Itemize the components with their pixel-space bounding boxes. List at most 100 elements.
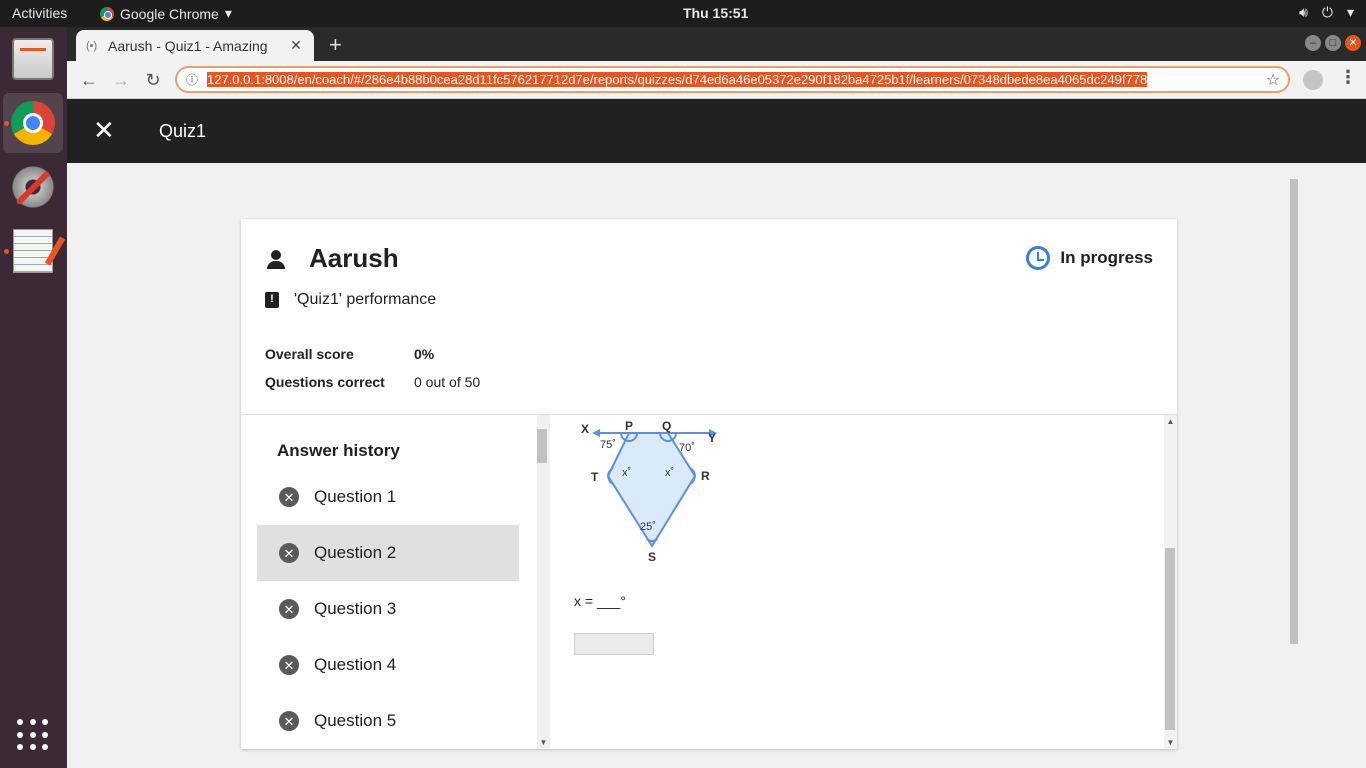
settings-icon bbox=[11, 165, 55, 209]
learner-report-card: Aarush In progress 'Quiz1' performance O… bbox=[241, 219, 1177, 749]
learner-header: Aarush bbox=[265, 243, 399, 274]
angle-25-label: 25˚ bbox=[640, 521, 656, 533]
question-scrollbar-thumb[interactable] bbox=[1165, 548, 1175, 730]
label-t: T bbox=[591, 470, 599, 484]
running-indicator bbox=[4, 249, 9, 254]
person-icon bbox=[265, 248, 287, 270]
profile-avatar[interactable] bbox=[1303, 70, 1323, 90]
label-q: Q bbox=[662, 419, 671, 433]
bookmark-star-icon[interactable]: ☆ bbox=[1258, 70, 1288, 90]
score-summary: Overall score 0% Questions correct 0 out… bbox=[265, 340, 480, 396]
overall-score-value: 0% bbox=[414, 346, 435, 362]
question-item[interactable]: ✕ Question 3 bbox=[257, 581, 519, 637]
incorrect-icon: ✕ bbox=[279, 655, 299, 675]
questions-correct-label: Questions correct bbox=[265, 374, 385, 390]
chevron-down-icon: ▾ bbox=[1346, 4, 1354, 20]
app-menu[interactable]: Google Chrome ▾ bbox=[100, 5, 232, 22]
tab-title: Aarush - Quiz1 - Amazing bbox=[108, 37, 268, 54]
scroll-down-icon[interactable]: ▼ bbox=[537, 738, 550, 747]
back-button[interactable]: ← bbox=[76, 67, 102, 93]
answer-history: Answer history ✕ Question 1 ✕ Question 2… bbox=[257, 415, 519, 749]
question-item-selected[interactable]: ✕ Question 2 bbox=[257, 525, 519, 581]
incorrect-icon: ✕ bbox=[279, 599, 299, 619]
answer-history-title: Answer history bbox=[277, 441, 400, 460]
settings-launcher[interactable] bbox=[3, 157, 63, 217]
text-editor-launcher[interactable] bbox=[3, 221, 63, 281]
angle-75-label: 75˚ bbox=[600, 439, 616, 451]
minimize-button[interactable]: – bbox=[1305, 35, 1321, 51]
address-bar[interactable]: ⓘ 127.0.0.1:8008/en/coach/#/286e4b88b0ce… bbox=[175, 66, 1290, 93]
label-r: R bbox=[701, 469, 710, 483]
incorrect-icon: ✕ bbox=[279, 711, 299, 731]
forward-button[interactable]: → bbox=[108, 67, 134, 93]
text-editor-icon bbox=[13, 229, 53, 273]
browser-tab[interactable]: (•) Aarush - Quiz1 - Amazing ✕ bbox=[76, 30, 314, 61]
chrome-icon bbox=[100, 6, 114, 21]
history-scrollbar-thumb[interactable] bbox=[537, 429, 547, 463]
label-y: Y bbox=[708, 431, 716, 445]
status-badge: In progress bbox=[1026, 246, 1153, 270]
scroll-down-icon[interactable]: ▼ bbox=[1164, 738, 1177, 747]
quiz-performance: 'Quiz1' performance bbox=[265, 291, 436, 309]
assignment-icon bbox=[265, 292, 279, 308]
performance-label: 'Quiz1' performance bbox=[294, 291, 437, 308]
learner-name: Aarush bbox=[309, 243, 399, 273]
clock-icon bbox=[1026, 246, 1051, 270]
angle-70-label: 70˚ bbox=[679, 442, 695, 454]
angle-x-left-label: x˚ bbox=[622, 467, 631, 479]
network-icon: ⏻︎ bbox=[1321, 4, 1333, 20]
tab-strip: (•) Aarush - Quiz1 - Amazing ✕ + – □ ✕ bbox=[67, 27, 1366, 61]
question-label: Question 1 bbox=[314, 487, 397, 506]
url-text[interactable]: 127.0.0.1:8008/en/coach/#/286e4b88b0cea2… bbox=[207, 72, 1258, 87]
geometry-figure: X P Q Y T R S 75˚ 70˚ x˚ x˚ 25˚ bbox=[581, 419, 717, 564]
page-title: Quiz1 bbox=[159, 121, 207, 141]
reload-button[interactable]: ↻ bbox=[140, 67, 166, 93]
info-icon[interactable]: ⓘ bbox=[177, 71, 207, 88]
label-s: S bbox=[648, 550, 656, 564]
overall-score-label: Overall score bbox=[265, 346, 354, 362]
answer-input[interactable] bbox=[574, 633, 654, 655]
running-indicator bbox=[4, 121, 9, 126]
close-window-button[interactable]: ✕ bbox=[1345, 35, 1361, 51]
question-label: Question 2 bbox=[314, 543, 397, 562]
label-x: X bbox=[581, 422, 589, 436]
app-menu-label: Google Chrome bbox=[120, 5, 219, 22]
system-tray[interactable]: 🔊︎ ⏻︎ ▾ bbox=[1299, 4, 1354, 21]
question-view: X P Q Y T R S 75˚ 70˚ x˚ x˚ 25˚ x = ___° bbox=[555, 415, 1163, 749]
volume-icon: 🔊︎ bbox=[1299, 4, 1308, 20]
label-p: P bbox=[625, 419, 633, 433]
scroll-up-icon[interactable]: ▲ bbox=[1164, 417, 1177, 426]
angle-x-right-label: x˚ bbox=[665, 467, 674, 479]
browser-toolbar: ← → ↻ ⓘ 127.0.0.1:8008/en/coach/#/286e4b… bbox=[67, 61, 1366, 99]
chrome-icon bbox=[11, 101, 55, 145]
question-item[interactable]: ✕ Question 4 bbox=[257, 637, 519, 693]
chrome-launcher[interactable] bbox=[3, 93, 63, 153]
incorrect-icon: ✕ bbox=[279, 487, 299, 507]
browser-menu-icon[interactable]: ⋮ bbox=[1339, 67, 1357, 88]
question-scrollbar[interactable]: ▲ ▼ bbox=[1164, 415, 1177, 749]
app-bar: ✕ Quiz1 bbox=[67, 99, 1366, 163]
maximize-button[interactable]: □ bbox=[1325, 35, 1341, 51]
status-label: In progress bbox=[1060, 248, 1153, 267]
history-scrollbar[interactable]: ▼ bbox=[537, 415, 550, 749]
page-scrollbar-thumb[interactable] bbox=[1290, 179, 1298, 644]
new-tab-button[interactable]: + bbox=[329, 32, 342, 58]
close-icon[interactable]: ✕ bbox=[93, 117, 115, 143]
dock bbox=[0, 27, 67, 768]
questions-correct-value: 0 out of 50 bbox=[414, 374, 481, 390]
question-label: Question 4 bbox=[314, 655, 397, 674]
question-label: Question 5 bbox=[314, 711, 397, 730]
question-item[interactable]: ✕ Question 5 bbox=[257, 693, 519, 749]
close-tab-icon[interactable]: ✕ bbox=[288, 37, 304, 54]
files-launcher[interactable] bbox=[3, 29, 63, 89]
show-applications-button[interactable] bbox=[17, 719, 49, 751]
page-scrollbar[interactable] bbox=[1288, 163, 1299, 768]
activities-button[interactable]: Activities bbox=[12, 5, 67, 21]
files-icon bbox=[12, 38, 54, 80]
question-label: Question 3 bbox=[314, 599, 397, 618]
system-clock[interactable]: Thu 15:51 bbox=[683, 5, 748, 21]
question-item[interactable]: ✕ Question 1 bbox=[257, 469, 519, 525]
url-selection: 127.0.0.1:8008/en/coach/#/286e4b88b0cea2… bbox=[207, 72, 1148, 87]
system-top-bar: Activities Google Chrome ▾ Thu 15:51 🔊︎ … bbox=[0, 0, 1366, 27]
incorrect-icon: ✕ bbox=[279, 543, 299, 563]
